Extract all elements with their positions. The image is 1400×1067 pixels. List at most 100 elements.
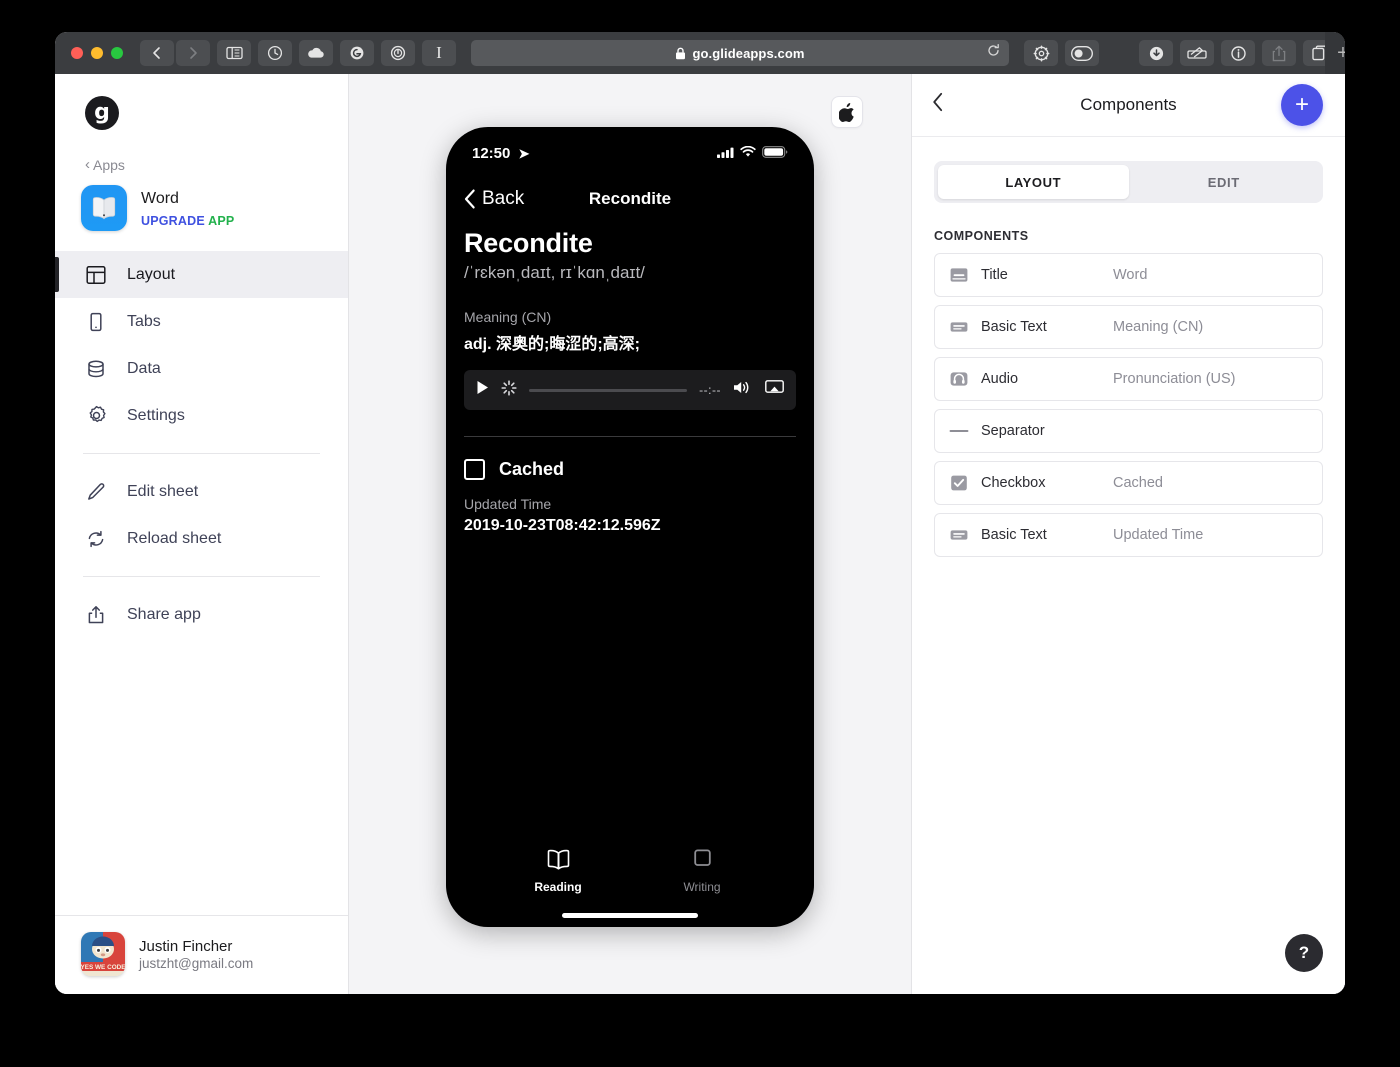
pencil-icon	[85, 481, 107, 503]
tab-edit[interactable]: EDIT	[1129, 165, 1320, 199]
chevron-left-icon[interactable]	[932, 92, 962, 118]
audio-progress-track[interactable]	[529, 388, 688, 392]
maximize-window-button[interactable]	[111, 47, 123, 59]
add-component-button[interactable]: +	[1281, 84, 1323, 126]
phone-tab-label: Reading	[534, 880, 582, 894]
phone-tab-reading[interactable]: Reading	[513, 849, 603, 894]
updated-time-label: Updated Time	[464, 496, 552, 512]
dark-mode-icon[interactable]	[1065, 40, 1099, 66]
app-content: g ‹ Apps Word UPGRADE APP Layout Tabs Da…	[55, 74, 1345, 994]
refresh-icon	[85, 528, 107, 550]
audio-player[interactable]: --:--	[464, 370, 796, 410]
component-name: Basic Text	[981, 319, 1047, 335]
component-value: Meaning (CN)	[1113, 319, 1204, 335]
sidebar-item-tabs[interactable]: Tabs	[55, 298, 348, 345]
address-bar[interactable]: go.glideapps.com	[471, 40, 1009, 66]
share-icon[interactable]	[1262, 40, 1296, 66]
current-app-row[interactable]: Word UPGRADE APP	[55, 173, 348, 247]
chevron-left-icon: ‹	[85, 156, 90, 173]
sidebar-item-edit-sheet[interactable]: Edit sheet	[55, 468, 348, 515]
upgrade-word: UPGRADE	[141, 213, 205, 228]
checkbox-icon[interactable]	[464, 459, 485, 480]
apps-back-link[interactable]: ‹ Apps	[55, 130, 348, 173]
apple-icon[interactable]	[831, 96, 863, 128]
components-section-title: COMPONENTS	[934, 229, 1029, 243]
url-text: go.glideapps.com	[692, 45, 805, 61]
back-icon[interactable]	[140, 40, 174, 66]
phone-tab-writing[interactable]: Writing	[657, 849, 747, 894]
app-info: Word UPGRADE APP	[141, 188, 234, 227]
volume-icon[interactable]	[733, 380, 753, 400]
meaning-value: adj. 深奥的;晦涩的;高深;	[464, 336, 640, 353]
user-account-row[interactable]: YES WE CODE Justin Fincher justzht@gmail…	[55, 915, 348, 994]
user-name: Justin Fincher	[139, 937, 233, 955]
cached-checkbox-row[interactable]: Cached	[464, 459, 796, 480]
icloud-icon[interactable]	[299, 40, 333, 66]
new-tab-button[interactable]: +	[1325, 32, 1345, 74]
browser-toolbar: I go.glideapps.com +	[55, 32, 1345, 74]
history-icon[interactable]	[258, 40, 292, 66]
sidebar-item-settings[interactable]: Settings	[55, 392, 348, 439]
forward-icon[interactable]	[176, 40, 210, 66]
sidebar-item-share-app[interactable]: Share app	[55, 591, 348, 638]
segmented-control: LAYOUT EDIT	[934, 161, 1323, 203]
help-button[interactable]: ?	[1285, 934, 1323, 972]
gear-icon	[85, 405, 107, 427]
component-row-basic-text-2[interactable]: Basic Text Updated Time	[934, 513, 1323, 557]
title-component-icon	[949, 265, 973, 285]
download-icon[interactable]	[1139, 40, 1173, 66]
tab-layout[interactable]: LAYOUT	[938, 165, 1129, 199]
phone-screen-body: Recondite /ˈrɛkənˌdaɪt, rɪˈkɑnˌdaɪt/ Mea…	[446, 214, 814, 535]
glide-logo-row: g	[55, 74, 348, 130]
glide-logo-icon[interactable]: g	[85, 96, 119, 130]
play-icon[interactable]	[476, 380, 489, 400]
phone-tab-label: Writing	[683, 880, 721, 894]
markup-icon[interactable]	[1180, 40, 1214, 66]
component-row-title[interactable]: Title Word	[934, 253, 1323, 297]
sidebar-item-layout[interactable]: Layout	[55, 251, 348, 298]
status-left: 12:50 ➤	[472, 145, 529, 162]
component-row-basic-text-1[interactable]: Basic Text Meaning (CN)	[934, 305, 1323, 349]
reload-icon[interactable]	[986, 43, 1001, 63]
component-row-separator[interactable]: Separator	[934, 409, 1323, 453]
phone-back-button[interactable]: Back	[464, 188, 524, 210]
wifi-icon	[740, 145, 756, 162]
sidebar-item-reload-sheet[interactable]: Reload sheet	[55, 515, 348, 562]
user-email: justzht@gmail.com	[139, 955, 254, 971]
cellular-signal-icon	[717, 145, 734, 162]
phone-status-bar: 12:50 ➤	[446, 127, 814, 162]
cached-label: Cached	[499, 459, 565, 479]
window-controls	[63, 47, 133, 59]
sidebar-item-label: Reload sheet	[127, 529, 222, 547]
upgrade-app-link[interactable]: UPGRADE APP	[141, 214, 234, 228]
loading-spinner-icon	[501, 379, 517, 401]
gear-icon[interactable]	[1024, 40, 1058, 66]
app-preview-area: 12:50 ➤ Back Recondite Recondite /ˈrɛkən…	[349, 74, 911, 994]
sidebar-divider-1	[83, 453, 320, 454]
instapaper-icon[interactable]: I	[422, 40, 456, 66]
book-icon	[546, 849, 571, 875]
text-component-icon	[949, 317, 973, 337]
components-list: Title Word Basic Text Meaning (CN) Audio…	[934, 253, 1323, 557]
close-window-button[interactable]	[71, 47, 83, 59]
sidebar-nav-share: Share app	[55, 591, 348, 638]
grammarly-icon[interactable]	[340, 40, 374, 66]
info-icon[interactable]	[1221, 40, 1255, 66]
meaning-label: Meaning (CN)	[464, 309, 552, 325]
airplay-icon[interactable]	[765, 380, 784, 400]
sidebar-icon[interactable]	[217, 40, 251, 66]
status-time: 12:50	[472, 145, 511, 162]
right-panel-header: Components +	[912, 74, 1345, 137]
browser-window: I go.glideapps.com + g ‹ Apps Word UPGRA…	[55, 32, 1345, 994]
1password-icon[interactable]	[381, 40, 415, 66]
component-row-audio[interactable]: Audio Pronunciation (US)	[934, 357, 1323, 401]
text-component-icon	[949, 525, 973, 545]
component-name: Separator	[981, 423, 1045, 439]
home-indicator	[562, 913, 698, 918]
sidebar-item-data[interactable]: Data	[55, 345, 348, 392]
layout-icon	[85, 264, 107, 286]
component-row-checkbox[interactable]: Checkbox Cached	[934, 461, 1323, 505]
component-name: Title	[981, 267, 1008, 283]
minimize-window-button[interactable]	[91, 47, 103, 59]
user-info: Justin Fincher justzht@gmail.com	[139, 938, 253, 971]
